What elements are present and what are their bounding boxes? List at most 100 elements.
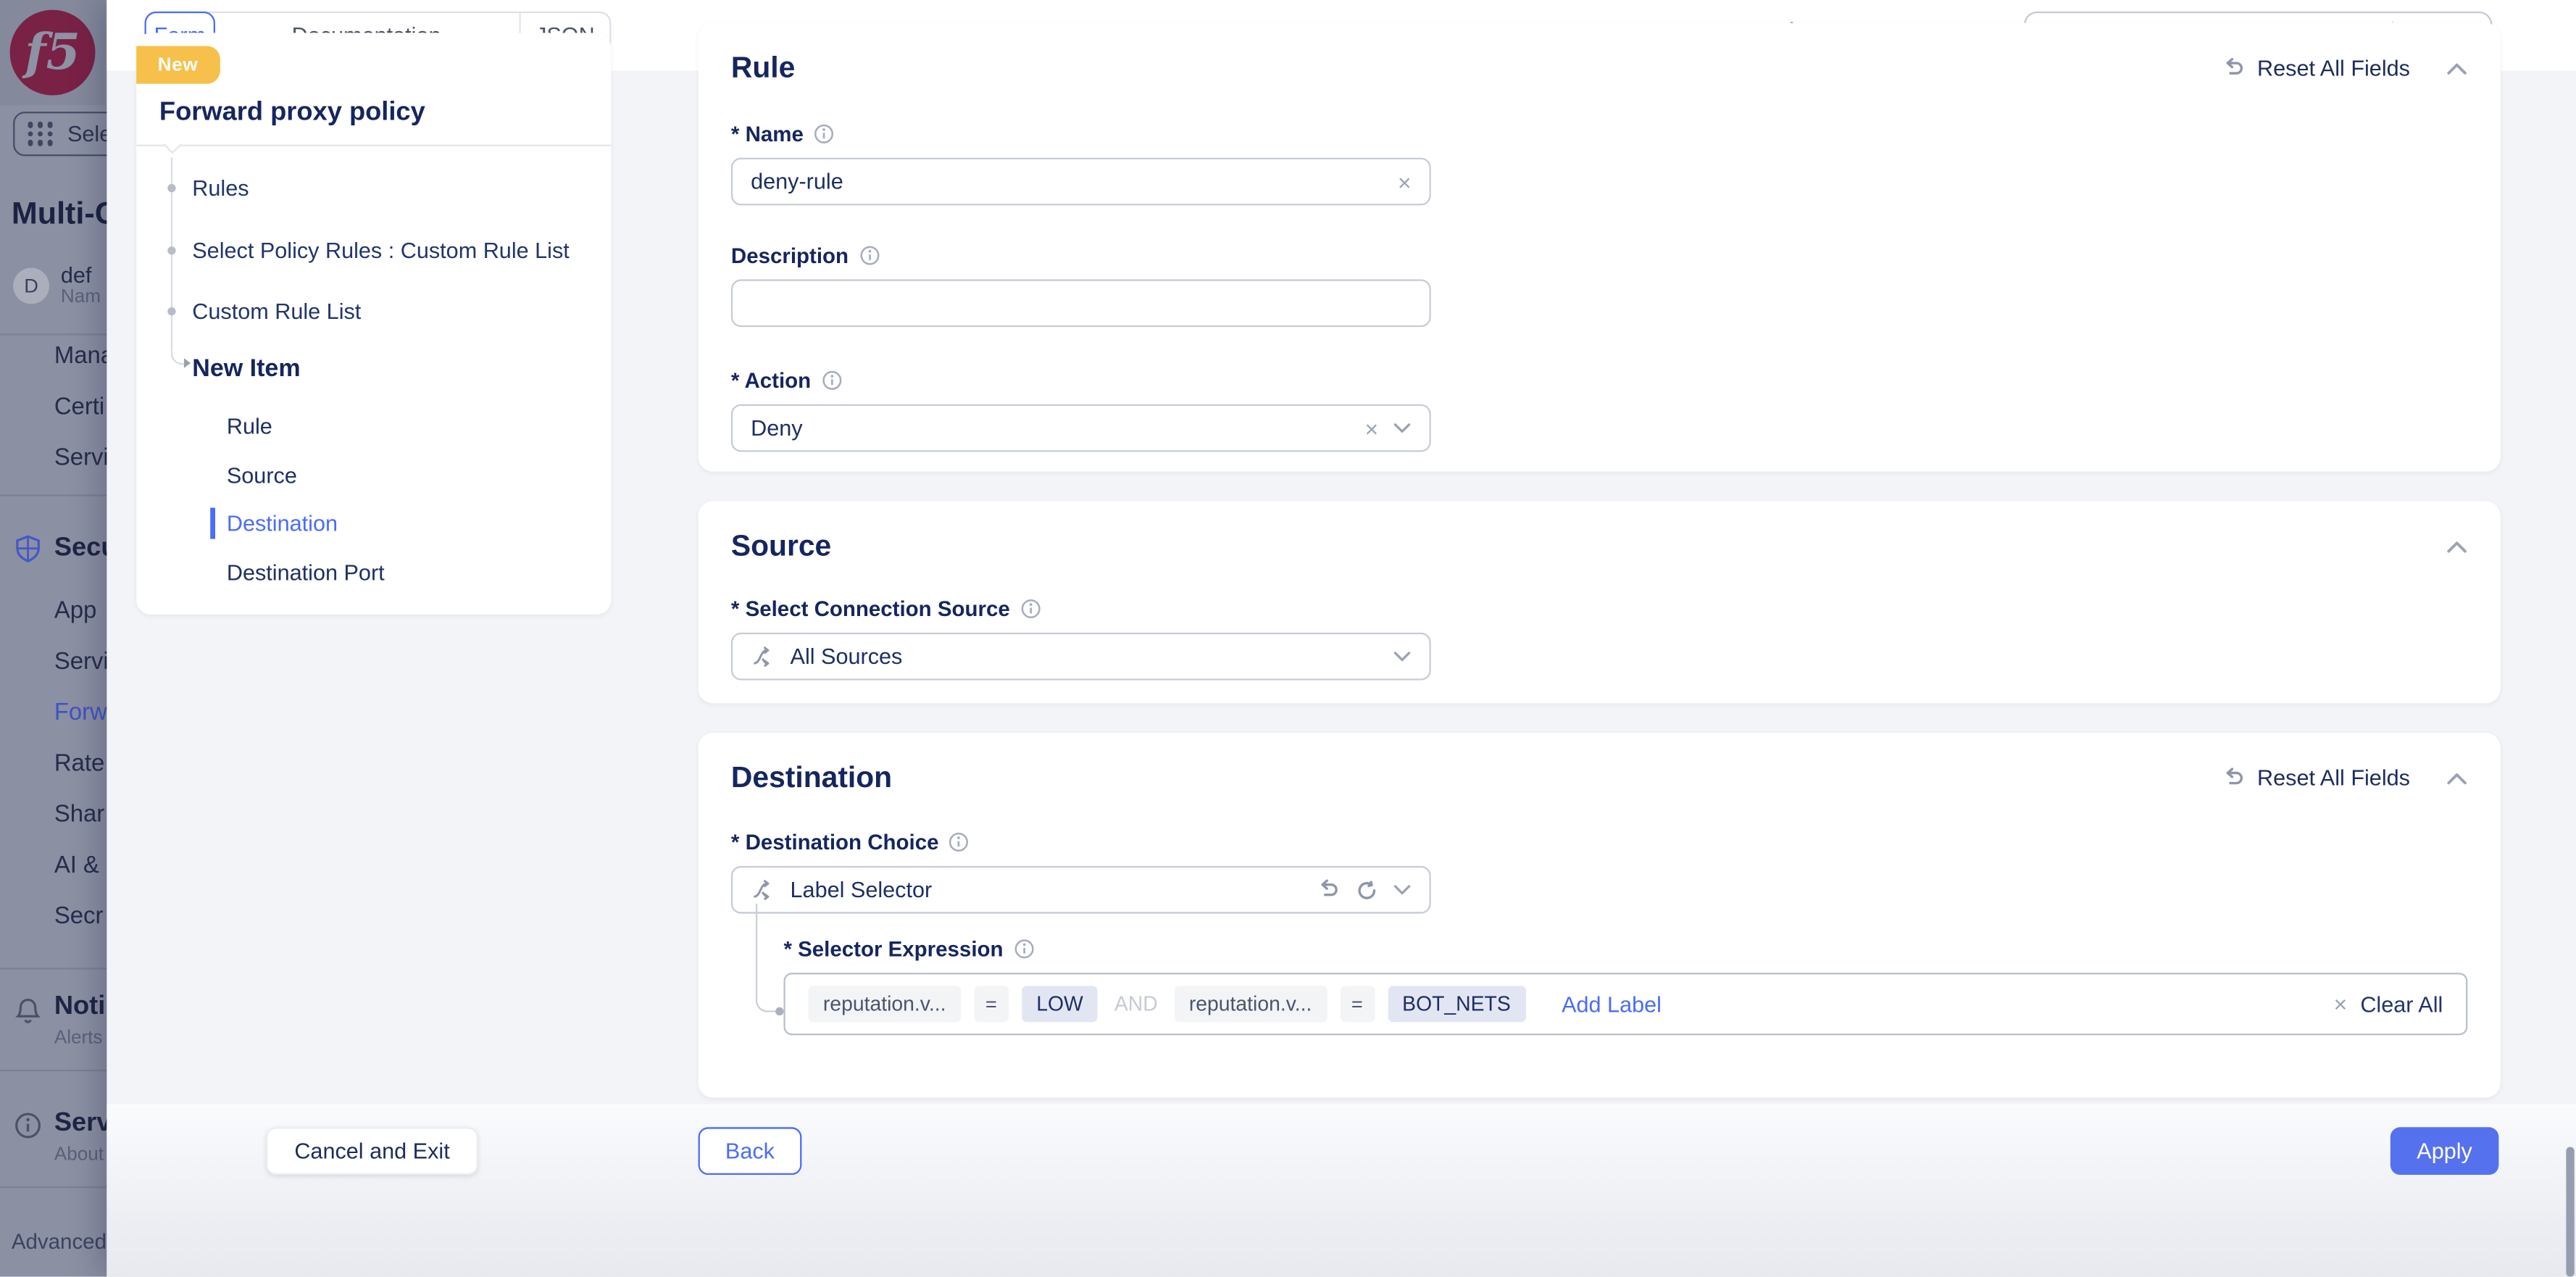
selector-expression-editor[interactable]: reputation.v... = LOW AND reputation.v..…: [783, 973, 2468, 1036]
nesting-connector: [755, 903, 784, 1016]
sidebar-item-ai[interactable]: AI &: [54, 853, 99, 879]
clear-all-button[interactable]: × Clear All: [2334, 991, 2443, 1016]
add-label-button[interactable]: Add Label: [1562, 991, 1662, 1016]
step-dot: [167, 183, 176, 193]
substep-rule[interactable]: Rule: [227, 414, 272, 438]
step-select-policy-rules[interactable]: Select Policy Rules : Custom Rule List: [192, 238, 570, 263]
namespace-name: def: [60, 262, 92, 288]
chevron-up-icon[interactable]: [2446, 540, 2467, 553]
chevron-down-icon[interactable]: [1393, 884, 1412, 896]
substep-destination[interactable]: Destination: [227, 511, 338, 536]
wizard-stepper-panel: New Forward proxy policy Rules Select Po…: [136, 33, 612, 615]
sidebar-item-rate[interactable]: Rate: [54, 751, 104, 777]
selector-expression-label: * Selector Expression: [783, 936, 2467, 961]
step-new-item[interactable]: New Item: [192, 355, 300, 383]
form-column: Rule Reset All Fields * Name deny-rule ×…: [698, 22, 2501, 1098]
name-value: deny-rule: [751, 169, 843, 194]
left-sidebar: f5 Sele Multi-C D def Nam Mana Certi Ser…: [0, 0, 107, 1277]
chevron-down-icon[interactable]: [1393, 651, 1412, 662]
expression-operator-chip[interactable]: =: [1339, 986, 1375, 1023]
notch: [163, 135, 182, 154]
expression-key-chip[interactable]: reputation.v...: [808, 986, 961, 1023]
sidebar-item-services[interactable]: Servi: [54, 445, 107, 471]
info-icon[interactable]: [821, 370, 842, 391]
action-select[interactable]: Deny ×: [730, 404, 1431, 452]
clear-all-label: Clear All: [2360, 991, 2443, 1017]
caret-right-icon: [183, 358, 191, 368]
connection-source-select[interactable]: All Sources: [730, 632, 1431, 681]
bell-icon: [15, 999, 41, 1023]
step-custom-rule-list[interactable]: Custom Rule List: [192, 299, 361, 324]
divider: [136, 144, 612, 146]
sidebar-item-service-policies[interactable]: Servi: [54, 649, 107, 675]
divider: [0, 1069, 107, 1072]
destination-choice-label: * Destination Choice: [731, 830, 2467, 854]
sidebar-item-certificates[interactable]: Certi: [54, 394, 104, 420]
forward-proxy-policy-drawer: Form Documentation JSON Reset All Fields…: [107, 0, 2576, 1277]
scrollbar-thumb[interactable]: [2566, 1147, 2575, 1277]
expression-key-chip[interactable]: reputation.v...: [1174, 986, 1327, 1023]
action-value: Deny: [751, 415, 803, 441]
close-icon: ×: [2333, 991, 2348, 1018]
info-icon[interactable]: [813, 123, 834, 144]
logo-tile[interactable]: f5: [0, 0, 106, 106]
name-input[interactable]: deny-rule ×: [730, 157, 1431, 206]
info-icon[interactable]: [949, 831, 970, 852]
destination-choice-select[interactable]: Label Selector: [730, 865, 1431, 914]
branch-icon: [754, 646, 770, 667]
sidebar-item-secrets[interactable]: Secr: [54, 904, 104, 930]
back-button[interactable]: Back: [698, 1127, 802, 1176]
expression-joiner: AND: [1114, 992, 1158, 1016]
name-field-label: * Name: [731, 122, 2467, 146]
description-input[interactable]: [730, 279, 1431, 328]
substep-source[interactable]: Source: [227, 463, 297, 488]
apps-grid-icon: [28, 122, 54, 146]
refresh-icon[interactable]: [1355, 878, 1378, 902]
sidebar-item-app[interactable]: App: [54, 598, 97, 624]
apply-button[interactable]: Apply: [2390, 1127, 2499, 1176]
expression-value-chip[interactable]: LOW: [1021, 986, 1099, 1023]
sidebar-item-manage[interactable]: Mana: [54, 344, 107, 370]
reset-icon: [2226, 57, 2243, 75]
info-icon[interactable]: [1013, 939, 1034, 960]
reset-icon: [2226, 768, 2243, 785]
step-rules[interactable]: Rules: [192, 176, 249, 201]
active-step-indicator: [210, 507, 216, 539]
action-field-label: * Action: [731, 368, 2467, 393]
cancel-and-exit-button[interactable]: Cancel and Exit: [266, 1127, 478, 1176]
sidebar-section-security[interactable]: Secu: [54, 534, 107, 564]
rule-section-title: Rule: [730, 51, 796, 84]
sidebar-title: Multi-C: [11, 197, 107, 232]
chevron-up-icon[interactable]: [2446, 62, 2467, 75]
description-value[interactable]: [751, 291, 1412, 316]
notifications-subtitle: Alerts: [54, 1028, 103, 1049]
drawer-footer: Cancel and Exit Back Apply: [107, 1104, 2576, 1277]
source-section-title: Source: [730, 529, 832, 562]
destination-section-title: Destination: [730, 760, 893, 794]
chevron-down-icon[interactable]: [1393, 423, 1412, 434]
sidebar-item-shared[interactable]: Shar: [54, 802, 104, 828]
substep-destination-port[interactable]: Destination Port: [227, 560, 385, 585]
sidebar-item-forward-proxy[interactable]: Forw: [54, 700, 107, 726]
rule-reset-all-fields-button[interactable]: Reset All Fields: [2221, 56, 2410, 80]
expression-operator-chip[interactable]: =: [974, 986, 1009, 1023]
expression-value-chip[interactable]: BOT_NETS: [1387, 986, 1526, 1023]
chevron-up-icon[interactable]: [2446, 771, 2467, 784]
sidebar-section-service-info[interactable]: Serv: [54, 1109, 107, 1139]
avatar: D: [13, 267, 50, 304]
info-icon[interactable]: [1020, 598, 1041, 619]
advanced-toggle[interactable]: Advanced: [12, 1229, 107, 1254]
selector-expression-field: * Selector Expression reputation.v... = …: [755, 903, 2468, 1036]
info-icon: [15, 1112, 41, 1139]
clear-name-icon[interactable]: ×: [1398, 170, 1412, 194]
sidebar-section-notifications[interactable]: Noti: [54, 992, 106, 1022]
step-dot: [167, 246, 176, 255]
destination-reset-all-fields-button[interactable]: Reset All Fields: [2221, 766, 2410, 791]
connection-source-label: * Select Connection Source: [731, 596, 2467, 621]
namespace-selector[interactable]: D def Nam: [13, 263, 101, 307]
clear-action-icon[interactable]: ×: [1365, 417, 1379, 440]
connection-source-value: All Sources: [790, 644, 903, 669]
info-icon[interactable]: [859, 245, 880, 266]
reset-icon[interactable]: [1316, 878, 1341, 902]
select-service-button[interactable]: Sele: [13, 112, 107, 157]
